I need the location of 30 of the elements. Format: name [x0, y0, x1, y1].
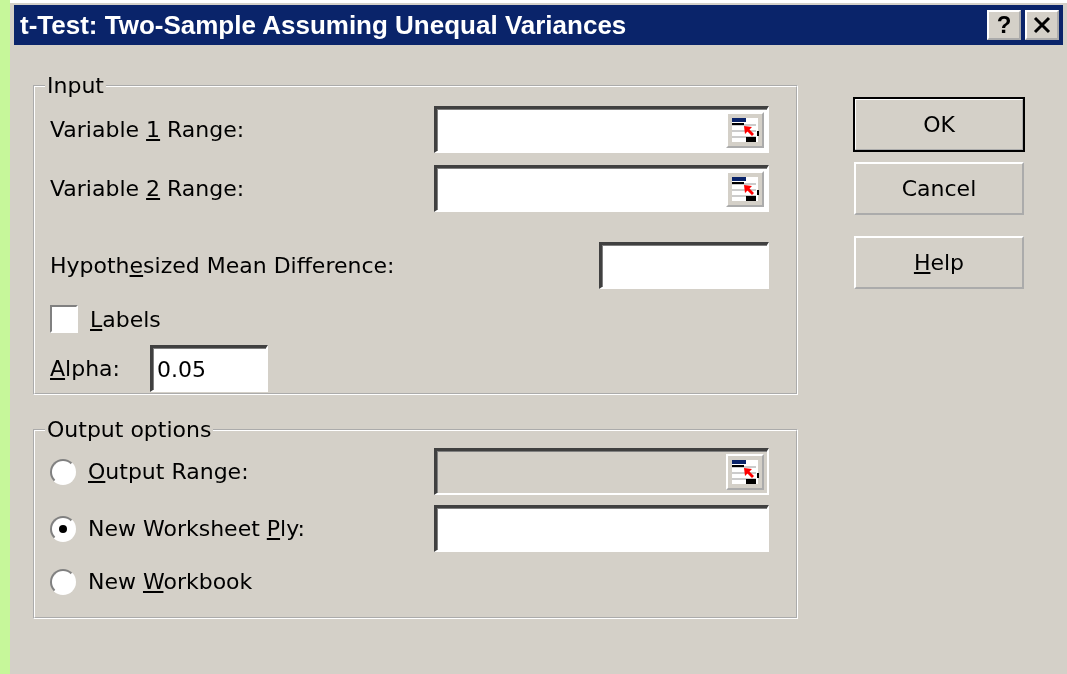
- dialog-button[interactable]: OK: [854, 98, 1024, 151]
- sheet-grid-icon: [730, 174, 760, 204]
- close-button[interactable]: [1025, 10, 1059, 40]
- dialog-button[interactable]: Cancel: [854, 162, 1024, 215]
- close-icon: [1032, 16, 1052, 34]
- radio-button[interactable]: [50, 568, 76, 595]
- help-button[interactable]: ?: [987, 10, 1021, 40]
- range-field[interactable]: [434, 165, 769, 212]
- dialog-button[interactable]: Help: [854, 236, 1024, 289]
- field-label: Variable 2 Range:: [50, 176, 245, 201]
- group-label: Input: [46, 73, 105, 98]
- field-label: Alpha:: [50, 356, 120, 381]
- sheet-grid-icon: [730, 115, 760, 145]
- field-label: Variable 1 Range:: [50, 117, 245, 142]
- window-title: t-Test: Two-Sample Assuming Unequal Variances: [20, 9, 628, 41]
- input-field[interactable]: [599, 242, 769, 289]
- radio-label: New Workbook: [88, 569, 253, 594]
- radio-label: Output Range:: [88, 459, 249, 484]
- radio-label: New Worksheet Ply:: [88, 516, 306, 541]
- radio-button[interactable]: [50, 515, 76, 542]
- range-select-button[interactable]: [726, 171, 764, 207]
- range-select-button[interactable]: [726, 112, 764, 148]
- sheet-grid-icon: [730, 457, 760, 487]
- range-field[interactable]: [434, 106, 769, 153]
- input-field[interactable]: 0.05: [150, 345, 268, 392]
- checkbox-label: Labels: [90, 306, 161, 332]
- field-label: Hypothesized Mean Difference:: [50, 253, 395, 278]
- group-label: Output options: [46, 417, 213, 442]
- input-field[interactable]: [434, 505, 769, 552]
- checkbox[interactable]: [50, 305, 78, 333]
